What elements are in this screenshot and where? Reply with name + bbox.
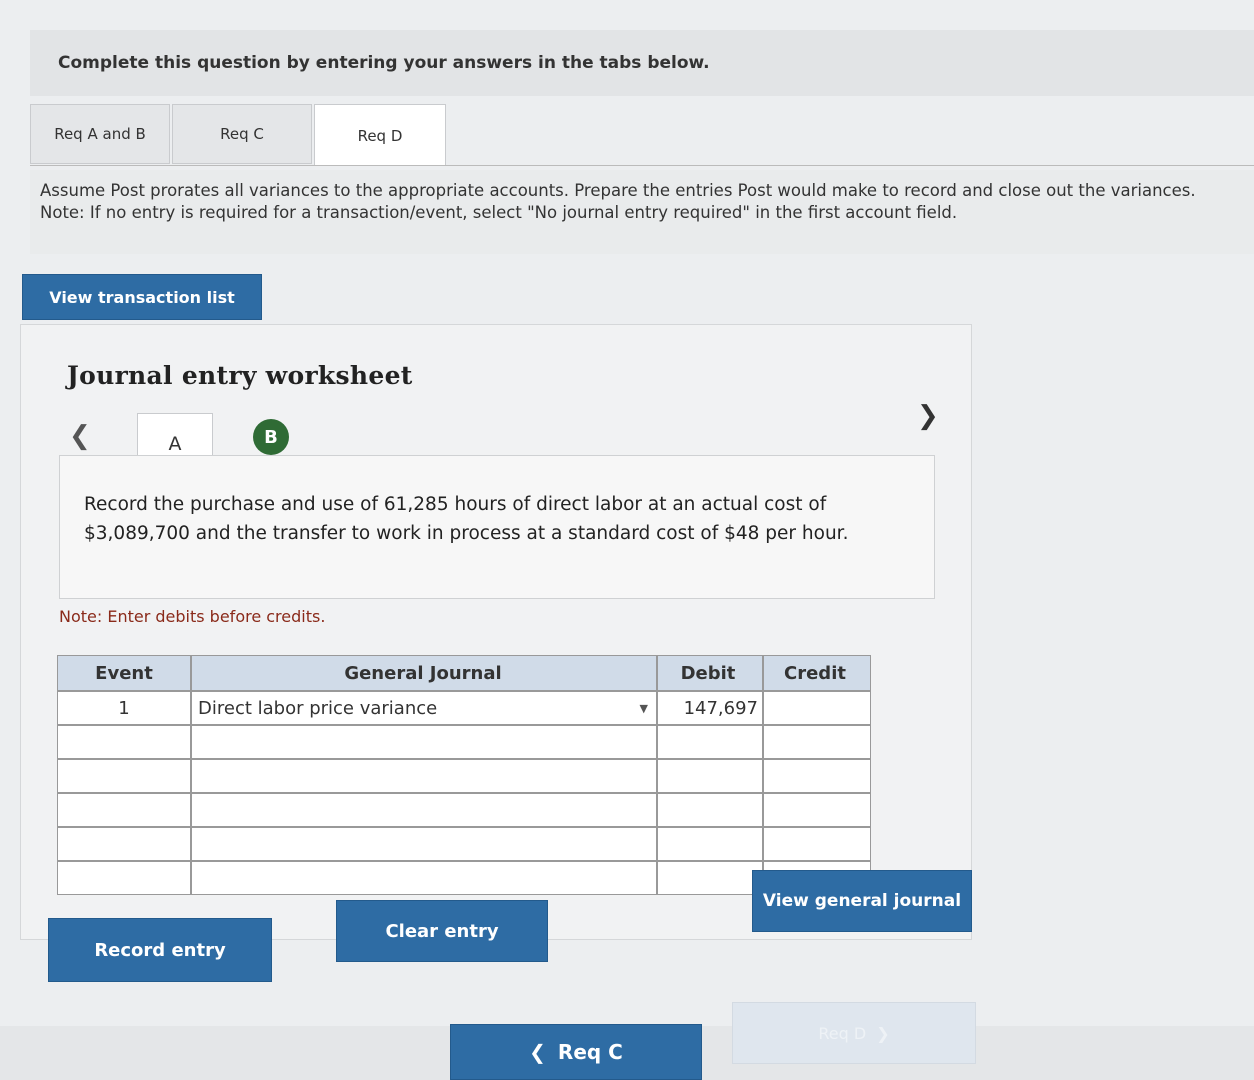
chevron-left-icon[interactable]: ❮	[69, 421, 91, 451]
tab-req-c[interactable]: Req C	[172, 104, 312, 164]
prev-requirement-button[interactable]: ❮ Req C	[450, 1024, 702, 1080]
entry-tab-b[interactable]: B	[253, 419, 289, 455]
debit-input[interactable]	[657, 861, 763, 895]
event-cell	[57, 759, 191, 793]
event-cell	[57, 861, 191, 895]
account-select[interactable]: Direct labor price variance ▼	[191, 691, 657, 725]
tab-req-a-and-b[interactable]: Req A and B	[30, 104, 170, 164]
credit-input[interactable]	[763, 691, 871, 725]
worksheet-title: Journal entry worksheet	[67, 361, 413, 390]
journal-header-row: Event General Journal Debit Credit	[57, 655, 877, 691]
view-transaction-list-button[interactable]: View transaction list	[22, 274, 262, 320]
record-entry-button[interactable]: Record entry	[48, 918, 272, 982]
next-requirement-label: Req D	[818, 1023, 867, 1043]
journal-entry-worksheet: Journal entry worksheet ❮ ❯ A B Record t…	[20, 324, 972, 940]
account-select[interactable]	[191, 861, 657, 895]
instructions-text: Assume Post prorates all variances to th…	[40, 181, 1196, 200]
view-general-journal-button[interactable]: View general journal	[752, 870, 972, 932]
tab-req-d[interactable]: Req D	[314, 104, 446, 166]
credit-input[interactable]	[763, 759, 871, 793]
debits-note: Note: Enter debits before credits.	[59, 607, 326, 626]
column-header-credit: Credit	[763, 655, 871, 691]
prev-requirement-label: Req C	[557, 1040, 623, 1064]
tab-divider	[30, 165, 1254, 166]
clear-entry-button[interactable]: Clear entry	[336, 900, 548, 962]
debit-input[interactable]	[657, 759, 763, 793]
table-row: 1 Direct labor price variance ▼ 147,697	[57, 691, 877, 725]
question-header: Complete this question by entering your …	[30, 30, 1254, 96]
debit-input[interactable]	[657, 725, 763, 759]
table-row	[57, 725, 877, 759]
requirement-tabs: Req A and B Req C Req D	[30, 104, 448, 166]
credit-input[interactable]	[763, 725, 871, 759]
table-row	[57, 759, 877, 793]
chevron-right-icon[interactable]: ❯	[917, 401, 939, 431]
credit-input[interactable]	[763, 793, 871, 827]
next-requirement-button[interactable]: Req D ❯	[732, 1002, 976, 1064]
column-header-event: Event	[57, 655, 191, 691]
transaction-description: Record the purchase and use of 61,285 ho…	[59, 455, 935, 599]
credit-input[interactable]	[763, 827, 871, 861]
table-row	[57, 793, 877, 827]
event-cell: 1	[57, 691, 191, 725]
account-select[interactable]	[191, 827, 657, 861]
question-header-text: Complete this question by entering your …	[58, 53, 710, 73]
account-value: Direct labor price variance	[198, 697, 438, 719]
event-cell	[57, 827, 191, 861]
debit-input[interactable]	[657, 827, 763, 861]
event-cell	[57, 793, 191, 827]
debit-input[interactable]: 147,697	[657, 691, 763, 725]
debit-input[interactable]	[657, 793, 763, 827]
instructions-note: Note: If no entry is required for a tran…	[40, 203, 958, 222]
account-select[interactable]	[191, 759, 657, 793]
chevron-right-icon: ❯	[876, 1023, 890, 1043]
account-select[interactable]	[191, 793, 657, 827]
account-select[interactable]	[191, 725, 657, 759]
chevron-left-icon: ❮	[529, 1040, 546, 1064]
event-cell	[57, 725, 191, 759]
instructions-panel: Assume Post prorates all variances to th…	[30, 170, 1254, 254]
table-row	[57, 827, 877, 861]
column-header-debit: Debit	[657, 655, 763, 691]
general-journal-table: Event General Journal Debit Credit 1 Dir…	[57, 655, 877, 895]
column-header-general-journal: General Journal	[191, 655, 657, 691]
dropdown-arrow-icon[interactable]: ▼	[640, 702, 648, 715]
